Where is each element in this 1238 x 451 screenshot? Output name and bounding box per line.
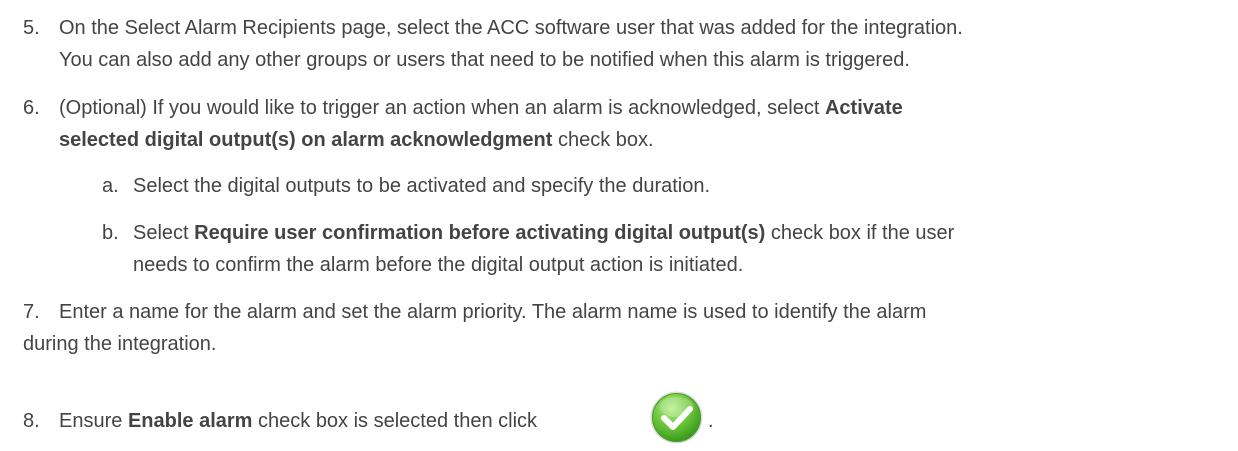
step-number: 8.	[23, 410, 40, 432]
step-number: 5.	[23, 17, 40, 39]
substep-text: Select the digital outputs to be activat…	[133, 175, 711, 197]
step-text: You can also add any other groups or use…	[59, 49, 910, 71]
instruction-document: 5. On the Select Alarm Recipients page, …	[0, 0, 1238, 451]
checkmark-confirm-icon	[650, 391, 703, 444]
substep-text: Select Require user confirmation before …	[133, 222, 955, 244]
ui-term: Enable alarm	[127, 410, 253, 432]
ui-term: Activate	[824, 97, 903, 119]
step-text: selected digital output(s) on alarm ackn…	[59, 129, 654, 151]
step-text: Enter a name for the alarm and set the a…	[59, 301, 927, 323]
step-number: 7.	[23, 301, 40, 323]
step-text: during the integration.	[23, 333, 217, 355]
ui-term: Require user confirmation before activat…	[194, 222, 766, 244]
step-text: (Optional) If you would like to trigger …	[59, 97, 903, 119]
step-text: Ensure Enable alarm check box is selecte…	[59, 410, 538, 432]
step-number: 6.	[23, 97, 40, 119]
substep-text: needs to confirm the alarm before the di…	[133, 254, 744, 276]
step-text: On the Select Alarm Recipients page, sel…	[59, 17, 963, 39]
step-end-period: .	[708, 410, 714, 432]
ui-term: selected digital output(s) on alarm ackn…	[59, 129, 553, 151]
